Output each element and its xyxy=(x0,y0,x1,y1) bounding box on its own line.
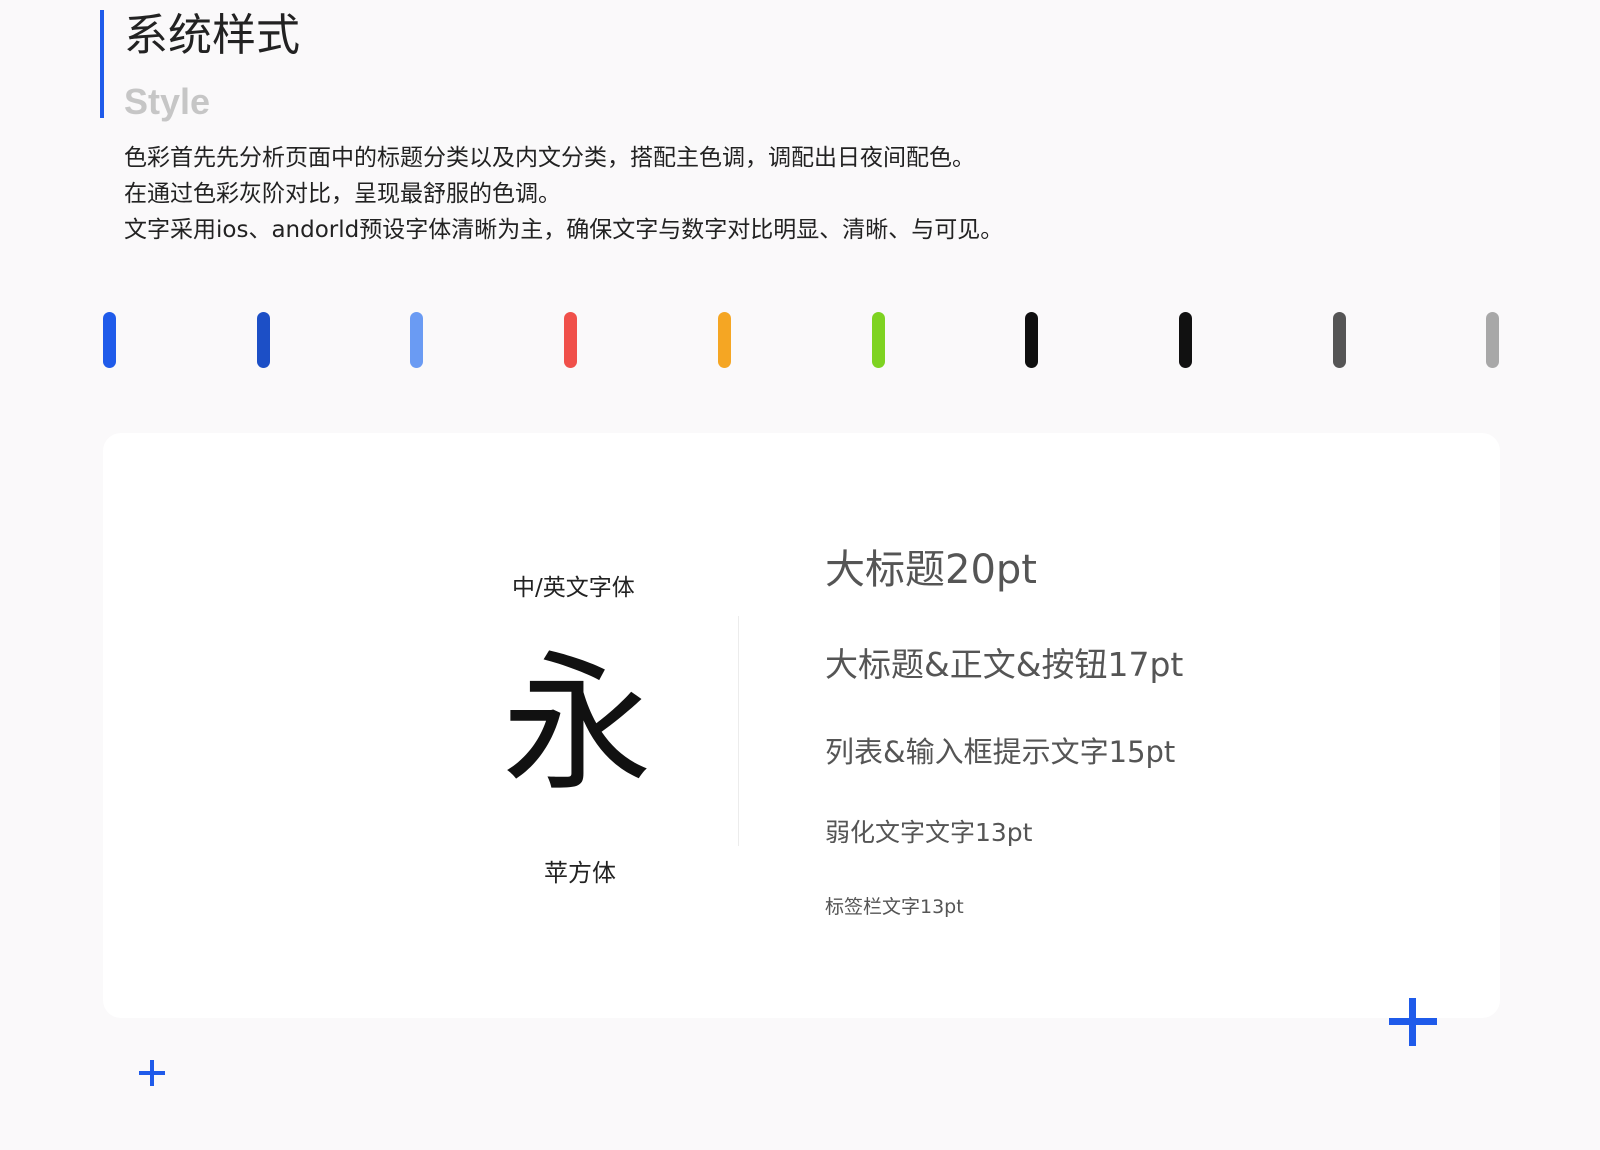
color-swatch xyxy=(1333,312,1346,368)
color-swatch xyxy=(564,312,577,368)
card-divider xyxy=(738,616,739,846)
color-swatch xyxy=(1486,312,1499,368)
type-spec-tabbar: 标签栏文字13pt xyxy=(825,896,964,918)
description-line: 文字采用ios、andorld预设字体清晰为主，确保文字与数字对比明显、清晰、与… xyxy=(124,217,1004,243)
type-spec-weak: 弱化文字文字13pt xyxy=(825,818,1033,847)
description: 色彩首先先分析页面中的标题分类以及内文分类，搭配主色调，调配出日夜间配色。 在通… xyxy=(124,140,1003,248)
color-swatch xyxy=(103,312,116,368)
plus-icon xyxy=(1389,998,1437,1046)
header-accent-bar xyxy=(100,10,104,118)
font-caption: 中/英文字体 xyxy=(512,575,635,601)
color-swatch xyxy=(1025,312,1038,368)
type-spec-list: 列表&输入框提示文字15pt xyxy=(825,735,1176,769)
description-line: 色彩首先先分析页面中的标题分类以及内文分类，搭配主色调，调配出日夜间配色。 xyxy=(124,145,975,171)
color-swatch xyxy=(1179,312,1192,368)
font-sample-character: 永 xyxy=(502,638,653,812)
color-swatch xyxy=(257,312,270,368)
color-swatch xyxy=(410,312,423,368)
color-swatch xyxy=(718,312,731,368)
page-title: 系统样式 xyxy=(124,10,300,61)
typography-card xyxy=(103,433,1500,1018)
page-subtitle: Style xyxy=(124,81,211,122)
plus-icon xyxy=(139,1060,165,1086)
color-swatch xyxy=(872,312,885,368)
font-name: 苹方体 xyxy=(544,859,616,887)
type-spec-title: 大标题20pt xyxy=(825,547,1037,593)
description-line: 在通过色彩灰阶对比，呈现最舒服的色调。 xyxy=(124,181,561,207)
type-spec-body: 大标题&正文&按钮17pt xyxy=(825,645,1184,684)
